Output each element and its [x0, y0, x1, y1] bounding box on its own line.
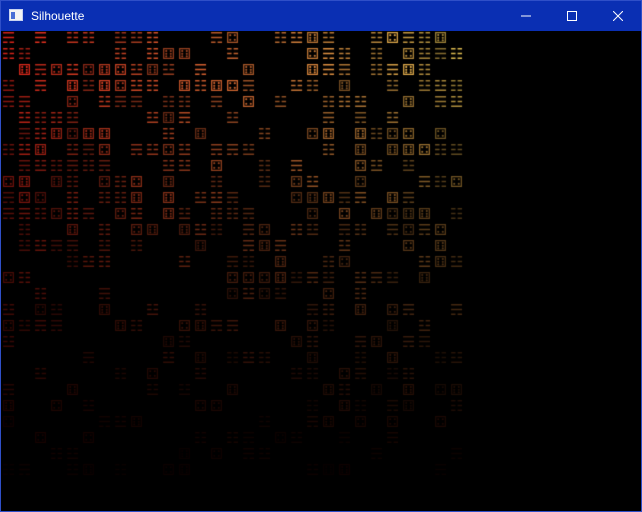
silhouette-glyph-canvas — [1, 31, 641, 511]
title-bar[interactable]: Silhouette — [1, 1, 641, 31]
render-area[interactable] — [1, 31, 641, 511]
minimize-icon — [521, 15, 531, 17]
maximize-button[interactable] — [549, 1, 595, 31]
app-window: Silhouette — [0, 0, 642, 512]
maximize-icon — [567, 11, 577, 21]
minimize-button[interactable] — [503, 1, 549, 31]
app-window-icon — [9, 9, 23, 21]
window-title: Silhouette — [31, 9, 85, 23]
close-icon — [613, 11, 623, 21]
close-button[interactable] — [595, 1, 641, 31]
